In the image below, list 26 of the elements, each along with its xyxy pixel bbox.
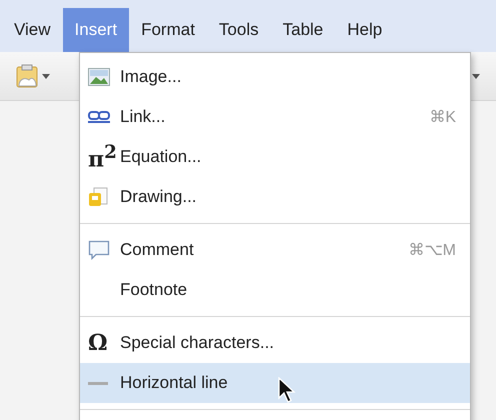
menu-tab[interactable]: Help <box>335 8 394 52</box>
link-icon <box>88 110 110 124</box>
menu-item[interactable]: Footnote <box>80 270 470 310</box>
shortcut-label: ⌘K <box>429 108 456 127</box>
paste-icon[interactable] <box>16 64 38 88</box>
caret-icon[interactable] <box>472 74 480 78</box>
menu-item[interactable]: Ω Special characters... <box>80 323 470 363</box>
menu-item[interactable]: π$^{2}$ Equation... <box>80 137 470 177</box>
menu-tab[interactable]: View <box>2 8 63 52</box>
menu-item[interactable]: Drawing... <box>80 177 470 217</box>
menu-item[interactable]: Link... ⌘K <box>80 97 470 137</box>
caret-icon[interactable] <box>42 74 50 78</box>
menu-tab[interactable]: Format <box>129 8 207 52</box>
pi-squared-icon: π$^{2}$ <box>88 144 117 170</box>
horizontal-line-icon <box>88 382 108 384</box>
mouse-pointer-icon <box>278 377 296 403</box>
menu-tab[interactable]: Tools <box>206 8 271 52</box>
menu-item[interactable]: Image... <box>80 57 470 97</box>
shortcut-label: ⌘⌥M <box>408 241 456 260</box>
menu-item[interactable]: Horizontal line <box>80 363 470 403</box>
drawing-icon <box>88 187 108 207</box>
comment-icon <box>88 240 110 260</box>
menu-tab[interactable]: Table <box>270 8 336 52</box>
omega-icon: Ω <box>88 332 108 354</box>
image-icon <box>88 68 110 86</box>
menu-item[interactable]: Comment ⌘⌥M <box>80 230 470 270</box>
